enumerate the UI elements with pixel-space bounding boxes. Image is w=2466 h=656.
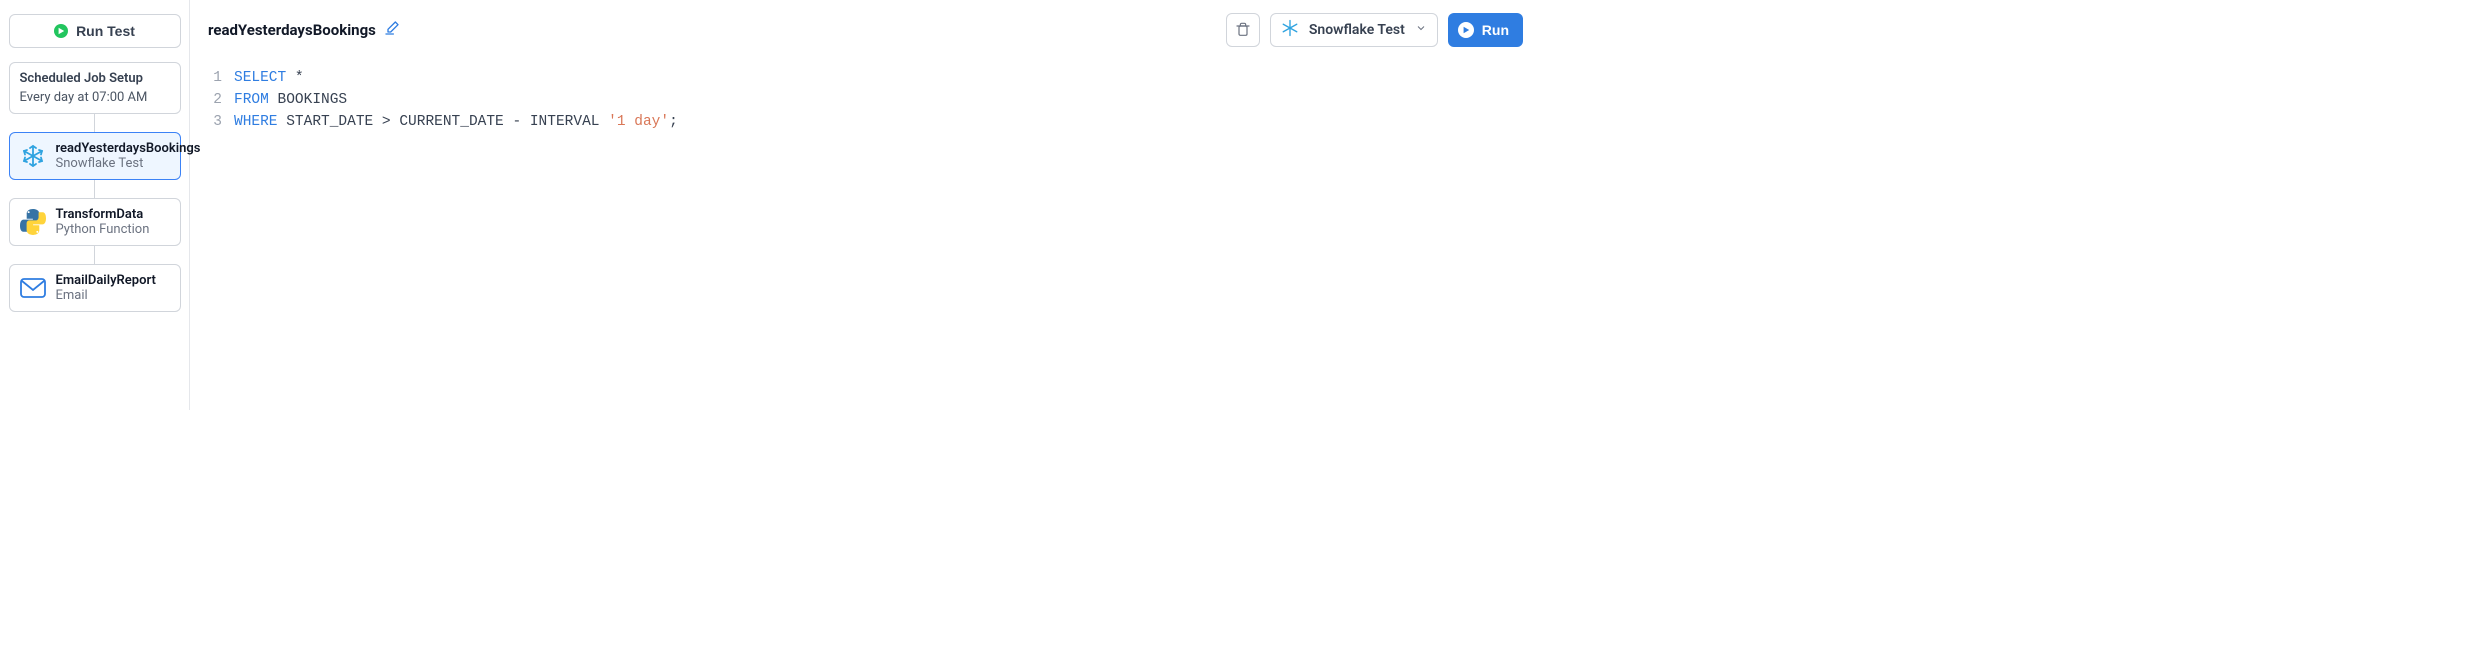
trash-icon bbox=[1235, 22, 1251, 38]
code-line: 1SELECT * bbox=[208, 68, 1523, 90]
play-icon bbox=[1458, 22, 1474, 38]
connector-line bbox=[94, 180, 95, 198]
step-title: readYesterdaysBookings bbox=[56, 141, 201, 156]
run-label: Run bbox=[1482, 22, 1509, 38]
code-line: 2FROM BOOKINGS bbox=[208, 90, 1523, 112]
main-panel: readYesterdaysBookings bbox=[190, 0, 1541, 410]
step-texts: readYesterdaysBookings Snowflake Test bbox=[56, 141, 201, 171]
schedule-subtitle: Every day at 07:00 AM bbox=[20, 90, 170, 105]
step-title: EmailDailyReport bbox=[56, 273, 156, 288]
step-subtitle: Python Function bbox=[56, 222, 150, 237]
connection-label: Snowflake Test bbox=[1309, 22, 1405, 38]
app-root: Run Test Scheduled Job Setup Every day a… bbox=[0, 0, 1541, 410]
envelope-icon bbox=[20, 275, 46, 301]
chevron-down-icon bbox=[1415, 22, 1427, 38]
delete-button[interactable] bbox=[1226, 13, 1260, 47]
code-content: WHERE START_DATE > CURRENT_DATE - INTERV… bbox=[234, 112, 678, 134]
step-card-read-bookings[interactable]: readYesterdaysBookings Snowflake Test bbox=[9, 132, 181, 180]
step-card-transform-data[interactable]: TransformData Python Function bbox=[9, 198, 181, 246]
step-texts: EmailDailyReport Email bbox=[56, 273, 156, 303]
connection-select[interactable]: Snowflake Test bbox=[1270, 13, 1438, 47]
play-circle-icon bbox=[54, 24, 68, 38]
connector-line bbox=[94, 114, 95, 132]
sidebar: Run Test Scheduled Job Setup Every day a… bbox=[0, 0, 190, 410]
step-subtitle: Email bbox=[56, 288, 156, 303]
page-title: readYesterdaysBookings bbox=[208, 21, 376, 39]
snowflake-icon bbox=[1281, 19, 1299, 41]
step-texts: TransformData Python Function bbox=[56, 207, 150, 237]
line-number: 3 bbox=[208, 112, 234, 134]
code-editor[interactable]: 1SELECT *2FROM BOOKINGS3WHERE START_DATE… bbox=[208, 68, 1523, 133]
run-test-label: Run Test bbox=[76, 23, 135, 39]
run-button[interactable]: Run bbox=[1448, 13, 1523, 47]
edit-icon[interactable] bbox=[384, 20, 400, 40]
schedule-title: Scheduled Job Setup bbox=[20, 71, 170, 86]
run-test-button[interactable]: Run Test bbox=[9, 14, 181, 48]
header-row: readYesterdaysBookings bbox=[208, 10, 1523, 50]
code-line: 3WHERE START_DATE > CURRENT_DATE - INTER… bbox=[208, 112, 1523, 134]
step-title: TransformData bbox=[56, 207, 150, 222]
code-content: SELECT * bbox=[234, 68, 304, 90]
line-number: 2 bbox=[208, 90, 234, 112]
header-controls: Snowflake Test Run bbox=[1226, 13, 1523, 47]
code-content: FROM BOOKINGS bbox=[234, 90, 347, 112]
line-number: 1 bbox=[208, 68, 234, 90]
python-icon bbox=[20, 209, 46, 235]
step-card-email-report[interactable]: EmailDailyReport Email bbox=[9, 264, 181, 312]
connector-line bbox=[94, 246, 95, 264]
title-group: readYesterdaysBookings bbox=[208, 20, 400, 40]
step-subtitle: Snowflake Test bbox=[56, 156, 201, 171]
snowflake-icon bbox=[20, 143, 46, 169]
schedule-card[interactable]: Scheduled Job Setup Every day at 07:00 A… bbox=[9, 62, 181, 114]
